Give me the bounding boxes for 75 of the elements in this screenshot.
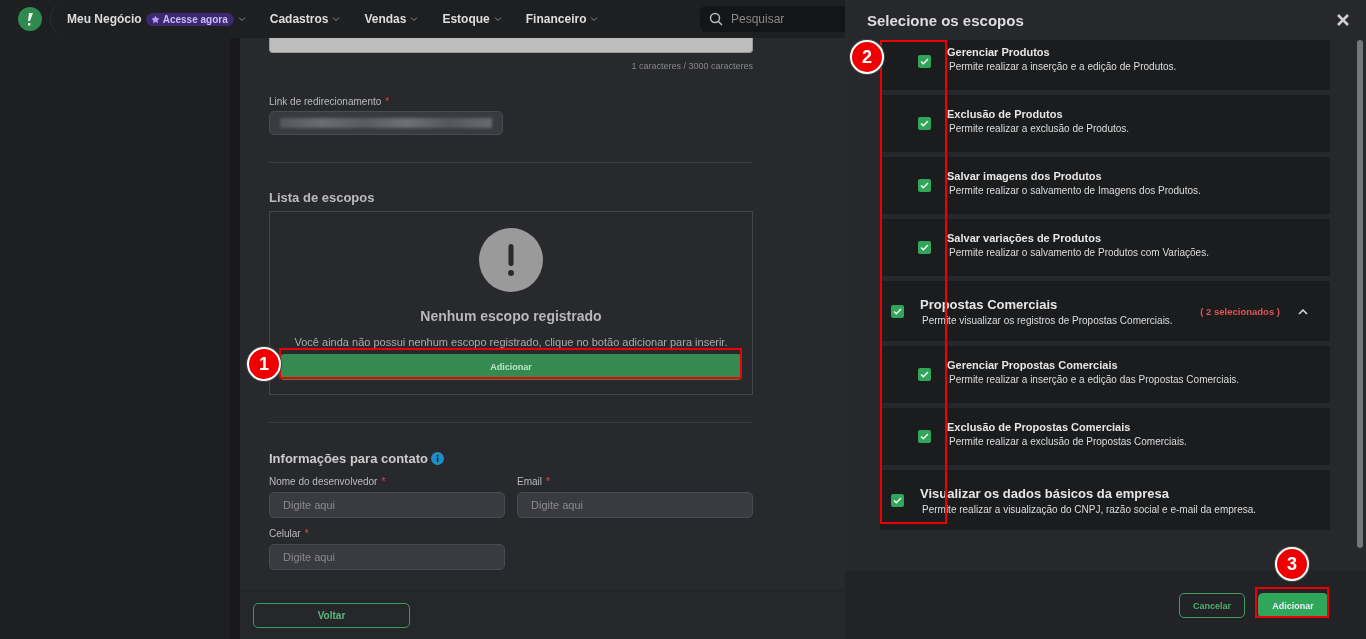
chevron-down-icon (237, 16, 246, 22)
checkbox[interactable] (918, 368, 931, 381)
character-count: 1 caracteres / 3000 caracteres (630, 61, 753, 71)
drawer-title: Selecione os escopos (867, 11, 1024, 29)
scope-row[interactable]: Exclusão de Propostas Comerciais Permite realizar a exclusão de Propostas Comerciais. (880, 408, 1330, 465)
cancel-button[interactable]: Cancelar (1178, 593, 1245, 618)
required-mark: * (381, 476, 386, 487)
scope-description: Permite realizar a exclusão de Produtos. (948, 122, 1130, 134)
selection-count: ( 2 selecionados ) (1200, 305, 1280, 317)
nav-menu[interactable]: Financeiro (525, 12, 599, 26)
empty-title: Nenhum escopo registrado (420, 308, 602, 324)
close-icon[interactable] (1336, 13, 1350, 27)
required-mark: * (385, 96, 390, 107)
search-field[interactable]: Pesquisar (700, 6, 845, 32)
scope-title: Salvar variações de Produtos (947, 231, 1103, 244)
badge[interactable]: Acesse agora (145, 12, 234, 26)
scope-description: Permite realizar a inserção e a edição das Propostas Comerciais. (948, 373, 1240, 385)
section-title: Lista de escopos (269, 190, 376, 205)
scope-row[interactable]: Gerenciar Propostas Comerciais Permite realizar a inserção e a edição das Propostas Comerciais. (880, 346, 1330, 403)
scope-description: Permite realizar a exclusão de Propostas Comerciais. (948, 435, 1187, 447)
chevron-up-icon[interactable] (1298, 307, 1308, 315)
nav-menu[interactable]: Vendas (364, 12, 419, 26)
input-field[interactable]: Digite aqui (517, 492, 753, 518)
scope-title: Salvar imagens dos Produtos (947, 169, 1103, 182)
check-icon (920, 182, 929, 189)
scope-title: Gerenciar Propostas Comerciais (947, 358, 1119, 371)
field-label: Celular (269, 528, 301, 539)
chevron-down-icon (332, 16, 341, 22)
field-label: Link de redirecionamento (269, 96, 382, 107)
checkbox[interactable] (918, 117, 931, 130)
check-icon (920, 58, 929, 65)
logo-icon[interactable] (18, 7, 42, 31)
nav-menu[interactable]: Meu Negócio Acesse agora (67, 12, 246, 26)
checkbox[interactable] (918, 430, 931, 443)
checkbox[interactable] (918, 55, 931, 68)
checkbox[interactable] (891, 493, 904, 507)
check-icon (920, 120, 929, 127)
checkbox[interactable] (918, 179, 931, 192)
chevron-down-icon (493, 16, 502, 22)
input-field[interactable]: Digite aqui (269, 492, 505, 518)
scope-title: Exclusão de Propostas Comerciais (947, 420, 1132, 433)
empty-message: Você ainda não possui nenhum escopo registrado, clique no botão adicionar para inserir. (294, 336, 728, 348)
field-label: Nome do desenvolvedor (269, 476, 378, 487)
alert-icon (479, 228, 543, 292)
check-icon (920, 244, 929, 251)
section-title: Informações para contato (269, 451, 428, 466)
scope-title: Exclusão de Produtos (947, 107, 1064, 120)
input-field[interactable] (269, 111, 503, 135)
star-icon (150, 14, 160, 24)
scrollbar[interactable] (1357, 40, 1363, 548)
scope-description: Permite realizar o salvamento de Produtos com Variações. (948, 246, 1209, 258)
scope-row[interactable]: Salvar variações de Produtos Permite realizar o salvamento de Produtos com Variações. (880, 219, 1330, 276)
check-icon (920, 371, 929, 378)
nav-menu[interactable]: Cadastros (269, 12, 341, 26)
nav-menu[interactable]: Estoque (442, 12, 502, 26)
scope-row[interactable]: Gerenciar Produtos Permite realizar a inserção e a edição de Produtos. (880, 40, 1330, 90)
scope-title: Gerenciar Produtos (947, 45, 1051, 58)
chevron-down-icon (410, 16, 419, 22)
chevron-down-icon (590, 16, 599, 22)
search-icon (709, 12, 723, 26)
checkbox[interactable] (891, 304, 904, 318)
scope-description: Permite realizar a inserção e a edição de Produtos. (948, 60, 1177, 72)
check-icon (893, 307, 902, 315)
required-mark: * (304, 528, 309, 539)
field-label: Email (517, 476, 542, 487)
required-mark: * (546, 476, 550, 487)
back-button[interactable]: Voltar (253, 602, 410, 628)
check-icon (920, 433, 929, 440)
scope-description: Permite realizar o salvamento de Imagens dos Produtos. (948, 184, 1201, 196)
check-icon (893, 496, 902, 504)
scope-row[interactable]: Salvar imagens dos Produtos Permite realizar o salvamento de Imagens dos Produtos. (880, 157, 1330, 214)
checkbox[interactable] (918, 241, 931, 254)
info-icon[interactable] (430, 452, 444, 465)
scope-row[interactable]: Exclusão de Produtos Permite realizar a exclusão de Produtos. (880, 95, 1330, 152)
input-field[interactable]: Digite aqui (269, 544, 505, 570)
